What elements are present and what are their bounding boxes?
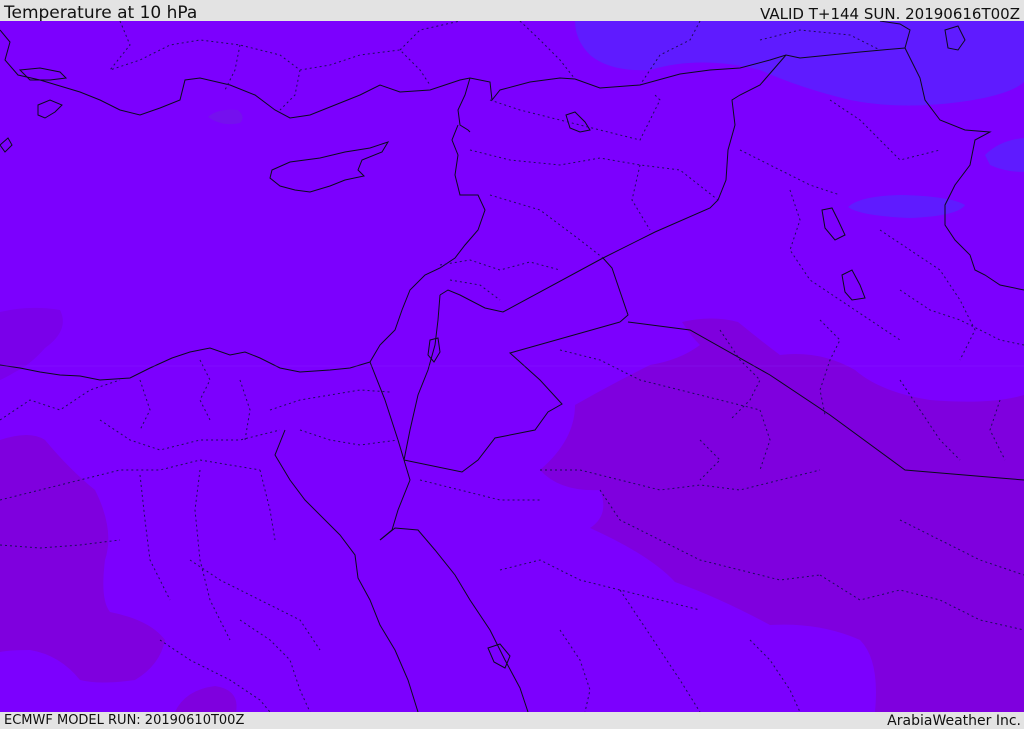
map-header: Temperature at 10 hPa VALID T+144 SUN. 2… bbox=[0, 0, 1024, 23]
weather-map bbox=[0, 21, 1024, 712]
map-canvas bbox=[0, 21, 1024, 712]
map-footer: ECMWF MODEL RUN: 20190610T00Z ArabiaWeat… bbox=[0, 712, 1024, 729]
credit-text: ArabiaWeather Inc. bbox=[887, 713, 1021, 729]
model-run: ECMWF MODEL RUN: 20190610T00Z bbox=[4, 713, 245, 728]
map-title: Temperature at 10 hPa bbox=[4, 3, 198, 23]
